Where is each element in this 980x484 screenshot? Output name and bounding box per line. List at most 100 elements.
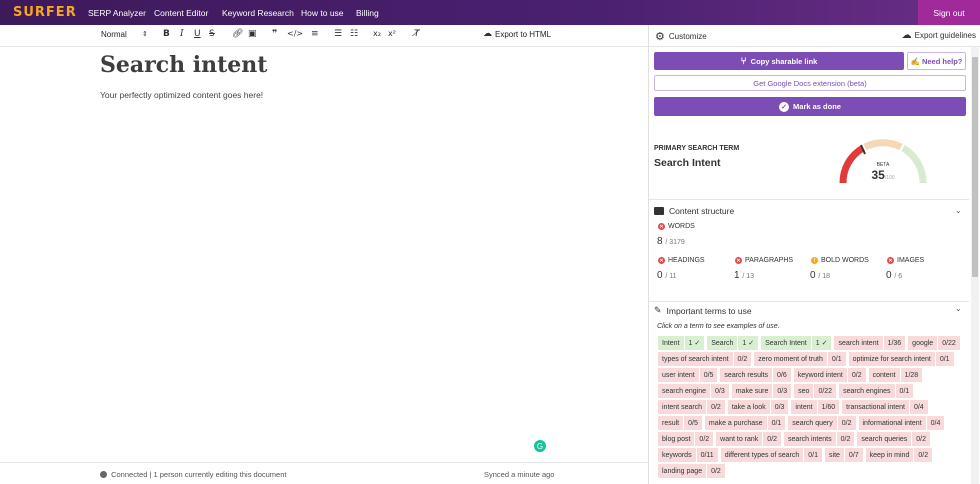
link-icon[interactable]: 🔗︎ <box>232 29 243 39</box>
term-chip[interactable]: make a purchase 0/1 <box>704 416 786 430</box>
term-text: Search Intent <box>761 336 811 350</box>
term-chip[interactable]: seo 0/22 <box>794 384 837 398</box>
quote-icon[interactable]: ❞ <box>272 29 277 39</box>
term-text: Intent <box>658 336 684 350</box>
text-style-select[interactable]: Normal <box>101 30 127 39</box>
term-chip[interactable]: intent search 0/2 <box>658 400 725 414</box>
metric-label-text: PARAGRAPHS <box>745 257 794 264</box>
content-structure-header[interactable]: Content structure <box>654 206 734 216</box>
italic-icon[interactable]: I <box>180 29 184 39</box>
strikethrough-icon[interactable]: S <box>209 29 215 39</box>
metric-count: 1 <box>734 270 740 281</box>
select-arrows-icon[interactable]: ⇕ <box>142 30 148 38</box>
nav-serp-analyzer[interactable]: SERP Analyzer <box>88 8 154 18</box>
align-left-icon[interactable]: ≡ <box>311 29 319 39</box>
nav-billing[interactable]: Billing <box>356 8 396 18</box>
term-chip[interactable]: search results 0/6 <box>720 368 791 382</box>
need-help-button[interactable]: ✍ Need help? <box>907 52 966 70</box>
term-text: zero moment of truth <box>754 352 827 366</box>
x-circle-icon: ✕ <box>658 257 665 264</box>
metric-count: 0 <box>657 270 663 281</box>
term-chip[interactable]: transactional intent 0/4 <box>842 400 928 414</box>
term-chip[interactable]: search query 0/2 <box>788 416 856 430</box>
chevron-down-icon[interactable]: ⌄ <box>955 304 962 313</box>
panel-scroll-thumb[interactable] <box>972 57 978 277</box>
term-chip[interactable]: user intent 0/5 <box>658 368 718 382</box>
term-chip[interactable]: zero moment of truth 0/1 <box>754 352 846 366</box>
term-chip[interactable]: intent 1/60 <box>791 400 840 414</box>
nav-keyword-research[interactable]: Keyword Research <box>222 8 301 18</box>
google-docs-extension-button[interactable]: Get Google Docs extension (beta) <box>654 75 966 91</box>
term-chip[interactable]: landing page 0/2 <box>658 464 725 478</box>
term-chip[interactable]: blog post 0/2 <box>658 432 714 446</box>
term-chip[interactable]: Search 1 ✓ <box>707 336 759 350</box>
copy-link-label: Copy sharable link <box>750 56 818 66</box>
document-title[interactable]: Search intent <box>100 52 267 78</box>
term-chip[interactable]: optimize for search intent 0/1 <box>848 352 954 366</box>
mark-as-done-button[interactable]: ✓ Mark as done <box>654 97 966 116</box>
term-chip[interactable]: informational intent 0/4 <box>858 416 945 430</box>
term-chip[interactable]: keywords 0/11 <box>658 448 718 462</box>
check-circle-icon: ✓ <box>779 101 790 112</box>
term-text: search intents <box>784 432 836 446</box>
term-chip[interactable]: Intent 1 ✓ <box>658 336 705 350</box>
nav-content-editor[interactable]: Content Editor <box>154 8 222 18</box>
term-chip[interactable]: Search Intent 1 ✓ <box>761 336 832 350</box>
ordered-list-icon[interactable]: ☰ <box>334 29 342 39</box>
term-chip[interactable]: types of search intent 0/2 <box>658 352 752 366</box>
surfer-logo[interactable]: SURFER <box>13 5 88 20</box>
bold-icon[interactable]: B <box>163 29 170 39</box>
term-chip[interactable]: take a look 0/3 <box>727 400 789 414</box>
term-count: 0/6 <box>772 368 791 382</box>
term-chip[interactable]: keyword intent 0/2 <box>793 368 866 382</box>
sync-status: Synced a minute ago <box>484 470 555 479</box>
term-chip[interactable]: make sure 0/3 <box>731 384 792 398</box>
term-count: 1/60 <box>816 400 840 414</box>
chevron-down-icon[interactable]: ⌄ <box>955 206 962 215</box>
term-chip[interactable]: result 0/5 <box>658 416 702 430</box>
term-chip[interactable]: search queries 0/2 <box>857 432 931 446</box>
term-count: 0/1 <box>894 384 914 398</box>
code-icon[interactable]: </> <box>287 29 303 38</box>
bullet-list-icon[interactable]: ☷ <box>350 29 358 39</box>
metric-target: / 18 <box>818 273 831 280</box>
subscript-icon[interactable]: x₂ <box>373 29 381 38</box>
term-chip[interactable]: keep in mind 0/2 <box>865 448 933 462</box>
term-chip[interactable]: search intent 1/36 <box>834 336 906 350</box>
superscript-icon[interactable]: x² <box>388 29 396 38</box>
term-text: Search <box>707 336 738 350</box>
export-html-icon[interactable]: ☁ <box>483 29 492 39</box>
term-count: 0/2 <box>762 432 782 446</box>
important-terms-header[interactable]: ✎ Important terms to use <box>654 305 752 316</box>
grammarly-icon[interactable]: G <box>534 440 546 452</box>
term-text: content <box>868 368 900 382</box>
customize-button[interactable]: ⚙ Customize <box>655 30 707 43</box>
panel-header: ⚙ Customize ☁ Export guidelines <box>649 25 980 47</box>
primary-term-label: PRIMARY SEARCH TERM <box>654 145 740 152</box>
image-icon[interactable]: ▣ <box>248 29 257 39</box>
term-chip[interactable]: search intents 0/2 <box>784 432 855 446</box>
clear-format-icon[interactable]: T̸ <box>414 29 420 39</box>
term-chip[interactable]: google 0/22 <box>908 336 960 350</box>
term-chip[interactable]: content 1/28 <box>868 368 923 382</box>
nav-how-to-use[interactable]: How to use <box>301 8 356 18</box>
metric-value: 1 / 13 <box>734 270 754 281</box>
export-guidelines-button[interactable]: ☁ Export guidelines <box>902 30 976 41</box>
words-target: / 3179 <box>665 239 685 246</box>
term-chip[interactable]: site 0/7 <box>825 448 863 462</box>
underline-icon[interactable]: U <box>194 29 201 39</box>
term-text: result <box>658 416 684 430</box>
term-chip[interactable]: want to rank 0/2 <box>716 432 782 446</box>
export-html-button[interactable]: Export to HTML <box>495 30 551 39</box>
term-text: keywords <box>658 448 696 462</box>
term-chip[interactable]: search engines 0/1 <box>839 384 914 398</box>
term-chip[interactable]: search engine 0/3 <box>658 384 729 398</box>
term-count: 0/11 <box>695 448 718 462</box>
document-body[interactable]: Your perfectly optimized content goes he… <box>100 90 263 100</box>
copy-link-button[interactable]: ⑂ Copy sharable link <box>654 52 904 70</box>
cloud-download-icon: ☁ <box>901 30 912 41</box>
editor-area[interactable]: Search intent Your perfectly optimized c… <box>0 47 648 462</box>
term-count: 0/2 <box>836 416 856 430</box>
term-chip[interactable]: different types of search 0/1 <box>720 448 823 462</box>
sign-out-button[interactable]: Sign out <box>918 0 980 25</box>
